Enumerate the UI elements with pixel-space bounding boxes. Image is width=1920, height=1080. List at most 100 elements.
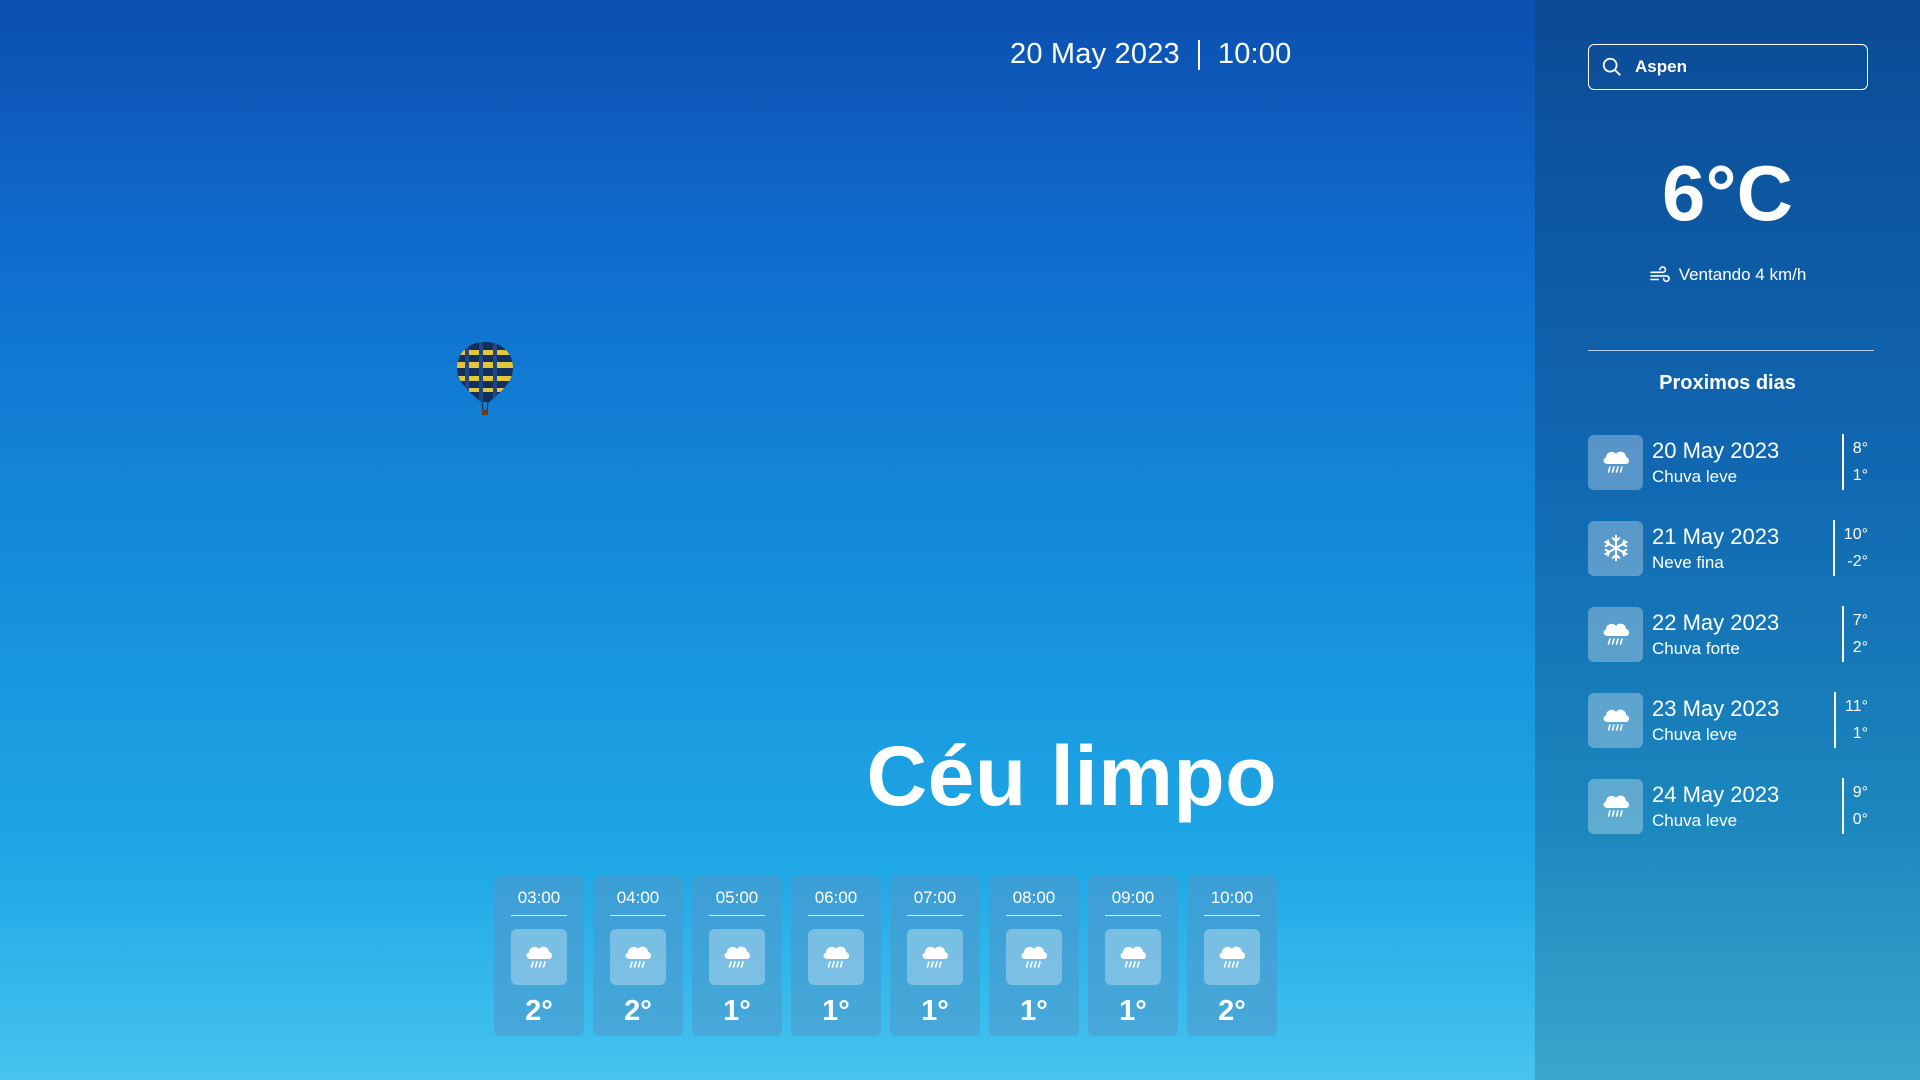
forecast-day-row: 24 May 2023 Chuva leve 9° 0°: [1588, 778, 1868, 834]
rain-cloud-icon: [823, 946, 849, 968]
search-box[interactable]: [1588, 44, 1868, 90]
forecast-date: 24 May 2023: [1652, 781, 1780, 807]
search-input[interactable]: [1635, 57, 1855, 77]
forecast-icon-box: [1588, 606, 1643, 662]
forecast-day-row: 21 May 2023 Neve fina 10° -2°: [1588, 520, 1868, 576]
forecast-icon-box: [1588, 434, 1643, 490]
wind-icon: [1649, 266, 1670, 283]
current-datetime: 20 May 2023 10:00: [1010, 38, 1291, 71]
forecast-icon-box: [1588, 692, 1643, 748]
forecast-min-temp: 1°: [1852, 725, 1868, 742]
hourly-card: 05:00 1°: [692, 876, 782, 1036]
forecast-description: Chuva leve: [1652, 724, 1738, 744]
hourly-time: 04:00: [616, 888, 660, 907]
forecast-min-temp: 1°: [1852, 467, 1868, 484]
hourly-icon-box: [907, 929, 963, 985]
hourly-time: 07:00: [913, 888, 957, 907]
forecast-min-temp: -2°: [1847, 553, 1868, 570]
hourly-divider: [709, 915, 765, 916]
hourly-icon-box: [1105, 929, 1161, 985]
wind-info: Ventando 4 km/h: [1535, 265, 1920, 285]
current-temperature: 6°C: [1662, 149, 1793, 237]
forecast-day-row: 20 May 2023 Chuva leve 8° 1°: [1588, 434, 1868, 490]
current-time: 10:00: [1217, 38, 1292, 70]
hourly-divider: [1006, 915, 1062, 916]
rain-cloud-icon: [1021, 946, 1047, 968]
forecast-temp-range: 11° 1°: [1833, 692, 1868, 748]
rain-cloud-icon: [724, 946, 750, 968]
current-condition: Céu limpo: [866, 729, 1277, 823]
hourly-temperature: 1°: [723, 995, 751, 1027]
forecast-temp-range: 8° 1°: [1841, 434, 1868, 490]
forecast-temp-range: 10° -2°: [1832, 520, 1868, 576]
hourly-card: 09:00 1°: [1088, 876, 1178, 1036]
forecast-info: 21 May 2023 Neve fina: [1652, 524, 1779, 573]
hourly-divider: [1204, 915, 1260, 916]
hourly-time: 10:00: [1210, 888, 1254, 907]
forecast-description: Chuva leve: [1652, 466, 1738, 486]
forecast-icon-box: [1588, 520, 1643, 576]
forecast-temp-range: 7° 2°: [1841, 606, 1868, 662]
rain-cloud-icon: [625, 946, 651, 968]
hourly-time: 03:00: [517, 888, 561, 907]
forecast-info: 22 May 2023 Chuva forte: [1652, 610, 1779, 659]
forecast-min-temp: 2°: [1852, 639, 1868, 656]
forecast-info: 23 May 2023 Chuva leve: [1652, 696, 1779, 745]
hourly-card: 03:00 2°: [494, 876, 584, 1036]
forecast-info: 20 May 2023 Chuva leve: [1652, 438, 1779, 487]
forecast-day-row: 22 May 2023 Chuva forte 7° 2°: [1588, 606, 1868, 662]
snowflake-icon: [1603, 534, 1628, 562]
hourly-divider: [610, 915, 666, 916]
forecast-max-temp: 9°: [1852, 784, 1868, 801]
forecast-max-temp: 10°: [1843, 526, 1868, 543]
forecast-date: 23 May 2023: [1652, 695, 1780, 721]
rain-cloud-icon: [1603, 623, 1629, 645]
rain-cloud-icon: [526, 946, 552, 968]
hourly-card: 06:00 1°: [791, 876, 881, 1036]
forecast-date: 20 May 2023: [1652, 437, 1780, 463]
rain-cloud-icon: [922, 946, 948, 968]
forecast-temp-range: 9° 0°: [1841, 778, 1868, 834]
hourly-card: 07:00 1°: [890, 876, 980, 1036]
hourly-temperature: 1°: [1020, 995, 1048, 1027]
daily-forecast-list: 20 May 2023 Chuva leve 8° 1° 21 May 2023 Neve…: [1588, 434, 1868, 864]
hourly-temperature: 2°: [624, 995, 652, 1027]
rain-cloud-icon: [1219, 946, 1245, 968]
forecast-description: Chuva leve: [1652, 810, 1738, 830]
hourly-time: 09:00: [1111, 888, 1155, 907]
hourly-time: 05:00: [715, 888, 759, 907]
datetime-divider: [1197, 39, 1200, 70]
forecast-info: 24 May 2023 Chuva leve: [1652, 782, 1779, 831]
forecast-min-temp: 0°: [1852, 811, 1868, 828]
hourly-icon-box: [1006, 929, 1062, 985]
weather-app: 20 May 2023 10:00 Céu limpo 03:00 2° 04:00…: [0, 0, 1920, 1080]
forecast-date: 21 May 2023: [1652, 523, 1780, 549]
hourly-icon-box: [1204, 929, 1260, 985]
hourly-temperature: 1°: [1119, 995, 1147, 1027]
hourly-icon-box: [511, 929, 567, 985]
hourly-card: 10:00 2°: [1187, 876, 1277, 1036]
hourly-divider: [1105, 915, 1161, 916]
hourly-forecast: 03:00 2° 04:00 2° 05:00 1° 06:00 1° 07:00 1° 08:00…: [494, 876, 1277, 1036]
search-icon: [1602, 57, 1621, 76]
sidebar-divider: [1588, 350, 1874, 351]
hourly-card: 04:00 2°: [593, 876, 683, 1036]
current-date: 20 May 2023: [1010, 38, 1180, 70]
hourly-temperature: 1°: [822, 995, 850, 1027]
hourly-divider: [511, 915, 567, 916]
rain-cloud-icon: [1603, 709, 1629, 731]
hourly-temperature: 2°: [525, 995, 553, 1027]
hourly-icon-box: [709, 929, 765, 985]
forecast-max-temp: 8°: [1852, 440, 1868, 457]
hourly-icon-box: [610, 929, 666, 985]
hourly-time: 06:00: [814, 888, 858, 907]
hourly-time: 08:00: [1012, 888, 1056, 907]
hourly-icon-box: [808, 929, 864, 985]
rain-cloud-icon: [1603, 795, 1629, 817]
forecast-description: Neve fina: [1652, 552, 1724, 572]
forecast-description: Chuva forte: [1652, 638, 1740, 658]
hot-air-balloon-image: [457, 342, 513, 415]
next-days-title: Proximos dias: [1659, 372, 1796, 394]
wind-text: Ventando 4 km/h: [1678, 265, 1807, 284]
hourly-temperature: 1°: [921, 995, 949, 1027]
